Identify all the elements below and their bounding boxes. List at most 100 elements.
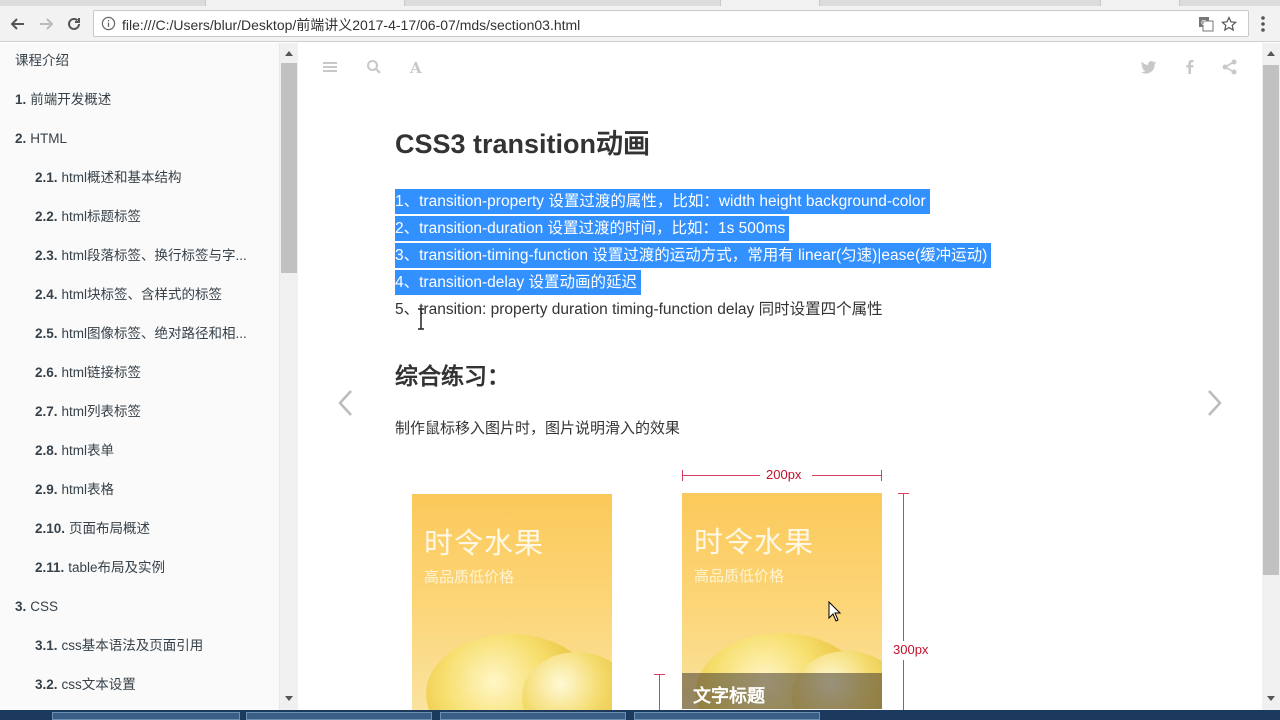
- hamburger-icon[interactable]: [321, 58, 339, 76]
- sidebar-item-number: 3.1.: [35, 638, 58, 653]
- page-title: CSS3 transition动画: [395, 129, 651, 159]
- content-line: 3、transition-timing-function 设置过渡的运动方式，常…: [395, 243, 992, 268]
- sidebar-item[interactable]: 2.9. html表格: [0, 478, 270, 508]
- sidebar-item-number: 2.1.: [35, 170, 58, 185]
- url-text[interactable]: file:///C:/Users/blur/Desktop/前端讲义2017-4…: [122, 15, 580, 35]
- reload-button[interactable]: [62, 12, 86, 36]
- reload-icon: [68, 17, 80, 30]
- sidebar-item[interactable]: 3.2. css文本设置: [0, 673, 270, 703]
- width-dimension-line: [682, 475, 760, 476]
- sidebar-item[interactable]: 3. CSS: [0, 595, 270, 625]
- twitter-icon[interactable]: [1140, 58, 1158, 76]
- sidebar-item-label: html块标签、含样式的标签: [61, 287, 223, 302]
- sidebar-item-number: 1.: [15, 92, 27, 107]
- sidebar-item[interactable]: 2.6. html链接标签: [0, 361, 270, 391]
- sidebar-item-label: CSS: [30, 599, 59, 614]
- sidebar-item-label: html图像标签、绝对路径和相...: [61, 326, 247, 341]
- sidebar-item[interactable]: 2.1. html概述和基本结构: [0, 166, 270, 196]
- forward-button[interactable]: [34, 12, 58, 36]
- sidebar-item-label: html表格: [61, 482, 115, 497]
- star-icon[interactable]: [1221, 16, 1237, 32]
- sidebar-item[interactable]: 3.1. css基本语法及页面引用: [0, 634, 270, 664]
- address-bar[interactable]: file:///C:/Users/blur/Desktop/前端讲义2017-4…: [93, 10, 1249, 37]
- taskbar-button[interactable]: [440, 712, 626, 720]
- sidebar-item-number: 2.8.: [35, 443, 58, 458]
- sidebar-item[interactable]: 2.5. html图像标签、绝对路径和相...: [0, 322, 270, 352]
- sidebar-item[interactable]: 1. 前端开发概述: [0, 88, 270, 118]
- sidebar-item-number: 3.: [15, 599, 27, 614]
- height-label: 300px: [893, 642, 929, 657]
- translate-icon[interactable]: G: [1198, 16, 1214, 32]
- sidebar-item-label: 页面布局概述: [69, 521, 151, 536]
- facebook-icon[interactable]: [1181, 58, 1199, 76]
- fruit-card-after: 时令水果 高品质低价格 文字标题: [682, 493, 882, 709]
- os-taskbar: [0, 710, 1280, 720]
- taskbar-button[interactable]: [634, 712, 820, 720]
- caption-text: 文字标题: [693, 686, 765, 707]
- book-summary-sidebar: 课程介绍 1. 前端开发概述 2. HTML 2.1. html概述和基本结构 2.2. htm…: [0, 43, 280, 710]
- sidebar-item-number: 2.3.: [35, 248, 58, 263]
- taskbar-button[interactable]: [52, 712, 240, 720]
- font-icon[interactable]: A: [408, 58, 426, 76]
- text-cursor-icon: [418, 308, 424, 330]
- previous-page-icon[interactable]: [336, 388, 356, 418]
- content-line: 2、transition-duration 设置过渡的时间，比如：1s 500m…: [395, 216, 790, 241]
- sidebar-scroll-thumb[interactable]: [281, 63, 297, 273]
- browser-toolbar: file:///C:/Users/blur/Desktop/前端讲义2017-4…: [0, 6, 1280, 42]
- card-subtitle: 高品质低价格: [424, 568, 515, 586]
- sidebar-item-label: html链接标签: [61, 365, 142, 380]
- scroll-up-arrow[interactable]: [285, 51, 293, 56]
- scroll-down-arrow[interactable]: [1267, 696, 1275, 701]
- sidebar-item-label: html标题标签: [61, 209, 142, 224]
- menu-icon[interactable]: [1256, 12, 1270, 36]
- next-page-icon[interactable]: [1204, 388, 1224, 418]
- height-dimension-line: [903, 660, 904, 710]
- sidebar-item[interactable]: 课程介绍: [0, 49, 270, 79]
- section-title: 综合练习：: [395, 363, 510, 389]
- sidebar-item[interactable]: 2. HTML: [0, 127, 270, 157]
- sidebar-item[interactable]: 2.11. table布局及实例: [0, 556, 270, 586]
- sidebar-item-number: 2.11.: [35, 560, 65, 575]
- sidebar-item-number: 2.4.: [35, 287, 58, 302]
- page-scrollbar[interactable]: [1262, 43, 1280, 710]
- exercise-description: 制作鼠标移入图片时，图片说明滑入的效果: [395, 420, 681, 437]
- sidebar-item[interactable]: 2.4. html块标签、含样式的标签: [0, 283, 270, 313]
- sidebar-item-number: 2.5.: [35, 326, 58, 341]
- back-button[interactable]: [6, 12, 30, 36]
- card-title: 时令水果: [694, 525, 815, 559]
- sidebar-item[interactable]: 2.8. html表单: [0, 439, 270, 469]
- sidebar-item-number: 3.2.: [35, 677, 58, 692]
- sidebar-item-label: 前端开发概述: [30, 92, 112, 107]
- sidebar-item-number: 2.: [15, 131, 27, 146]
- svg-text:A: A: [409, 59, 422, 76]
- sidebar-item[interactable]: 2.3. html段落标签、换行标签与字...: [0, 244, 270, 274]
- sidebar-item[interactable]: 2.2. html标题标签: [0, 205, 270, 235]
- sidebar-item-label: css基本语法及页面引用: [61, 638, 204, 653]
- sidebar-item-label: table布局及实例: [68, 560, 166, 575]
- card-title: 时令水果: [424, 526, 545, 560]
- info-icon[interactable]: [101, 16, 116, 31]
- page-scroll-thumb[interactable]: [1263, 65, 1279, 575]
- search-icon[interactable]: [365, 58, 383, 76]
- scroll-down-arrow[interactable]: [285, 696, 293, 701]
- width-label: 200px: [766, 467, 802, 482]
- dimension-tick: [654, 674, 665, 675]
- dimension-tick: [682, 470, 683, 481]
- sidebar-item-number: 2.9.: [35, 482, 58, 497]
- sidebar-item-number: 2.7.: [35, 404, 58, 419]
- fruit-card-before: 时令水果 高品质低价格: [412, 494, 612, 710]
- width-dimension-line: [812, 475, 882, 476]
- sidebar-item[interactable]: 2.10. 页面布局概述: [0, 517, 270, 547]
- taskbar-button[interactable]: [246, 712, 432, 720]
- sidebar-item-number: 2.2.: [35, 209, 58, 224]
- scroll-up-arrow[interactable]: [1267, 51, 1275, 56]
- sidebar-item[interactable]: 2.7. html列表标签: [0, 400, 270, 430]
- card-subtitle: 高品质低价格: [694, 567, 785, 585]
- sidebar-scrollbar[interactable]: [280, 43, 298, 710]
- dimension-tick: [898, 493, 909, 494]
- sidebar-item-label: 课程介绍: [15, 53, 69, 68]
- height-dimension-line: [903, 493, 904, 641]
- share-icon[interactable]: [1221, 58, 1239, 76]
- dimension-tick: [881, 470, 882, 481]
- sidebar-item-number: 2.10.: [35, 521, 66, 536]
